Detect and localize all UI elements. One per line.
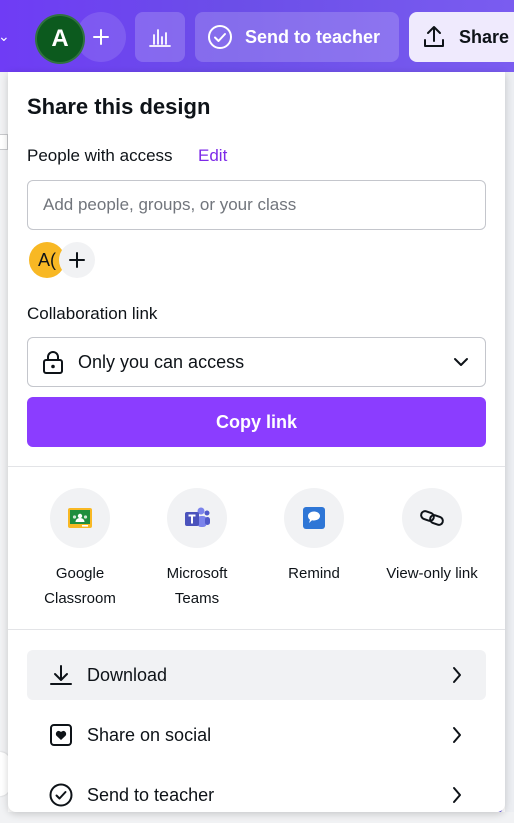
chevron-right-icon [453,667,461,683]
canvas-background-left [0,72,8,823]
collaboration-link-label: Collaboration link [27,304,158,323]
send-to-teacher-button[interactable]: Send to teacher [195,12,399,62]
share-option-label: Remind [288,565,340,582]
user-avatar[interactable]: A [35,14,85,64]
share-on-social-label: Share on social [87,724,212,745]
plus-icon [93,29,109,45]
chevron-right-icon [453,787,461,803]
check-circle-icon [49,783,73,807]
remind-icon [303,507,325,529]
share-option-remind[interactable]: Remind [256,488,372,586]
download-icon [50,665,72,685]
share-on-social-row[interactable]: Share on social [27,710,486,760]
insights-button[interactable] [135,12,185,62]
bar-chart-icon [149,29,171,47]
microsoft-teams-button[interactable] [167,488,227,548]
view-only-link-button[interactable] [402,488,462,548]
microsoft-teams-icon [185,507,210,527]
google-classroom-button[interactable] [50,488,110,548]
plus-icon [69,252,85,268]
share-button[interactable]: Share [409,12,514,62]
access-select-value: Only you can access [78,351,245,372]
canvas-edge-element [0,134,8,150]
send-to-teacher-label: Send to teacher [245,26,381,47]
add-people-input[interactable] [27,180,486,230]
share-option-label: View-only link [386,565,478,582]
share-panel: Share this design People with access Edi… [8,72,505,812]
link-access-select[interactable]: Only you can access [27,337,486,387]
panel-title: Share this design [27,94,211,119]
share-option-label: Google Classroom [44,565,116,607]
download-label: Download [87,664,168,685]
download-row[interactable]: Download [27,650,486,700]
copy-link-button[interactable]: Copy link [27,397,486,447]
heart-icon [50,724,72,746]
share-option-view-only-link[interactable]: View-only link [374,488,490,586]
lock-icon [43,351,63,374]
share-label: Share [459,26,510,47]
check-circle-icon [208,25,232,49]
upload-icon [424,26,444,47]
add-person-button[interactable] [59,242,95,278]
canvas-background-right [505,72,514,823]
people-with-access-label: People with access [27,146,173,165]
send-to-teacher-label: Send to teacher [87,784,215,805]
canvas-background-bottom [0,812,514,823]
edit-access-link[interactable]: Edit [198,146,227,166]
google-classroom-icon [68,508,92,528]
chevron-down-icon[interactable]: ⌄ [0,28,10,45]
chevron-right-icon [453,727,461,743]
divider [8,466,505,467]
link-icon [420,510,444,526]
share-option-google-classroom[interactable]: Google Classroom [22,488,138,611]
send-to-teacher-row[interactable]: Send to teacher [27,770,486,812]
share-option-label: Microsoft Teams [166,565,228,607]
divider [8,629,505,630]
remind-button[interactable] [284,488,344,548]
chevron-down-icon [454,358,468,366]
share-option-microsoft-teams[interactable]: Microsoft Teams [139,488,255,611]
